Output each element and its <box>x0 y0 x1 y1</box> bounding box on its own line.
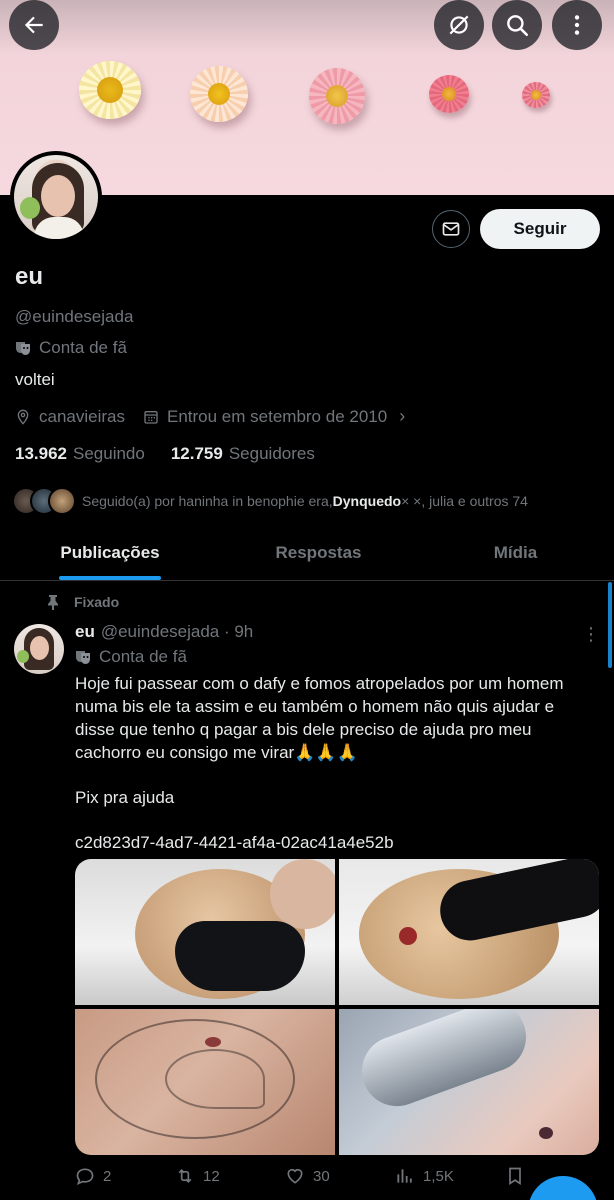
search-icon <box>507 15 529 37</box>
post-handle-time[interactable]: @euindesejada · 9h <box>101 622 253 642</box>
views-icon <box>397 1169 412 1183</box>
grok-button[interactable] <box>434 0 484 50</box>
bookmark-button[interactable] <box>505 1166 525 1186</box>
post-media-grid <box>75 859 599 1155</box>
tab-publicacoes[interactable]: Publicações <box>0 525 220 580</box>
more-vertical-icon <box>574 15 580 35</box>
followed-by-prefix: Seguido(a) por haninha in benophie era, <box>82 493 333 509</box>
profile-meta: canavieiras Entrou em setembro de 2010 › <box>15 406 405 427</box>
post-author[interactable]: eu <box>75 622 95 642</box>
followers-label[interactable]: Seguidores <box>229 444 315 464</box>
flower-image <box>522 82 550 108</box>
arrow-left-icon <box>24 16 43 34</box>
tab-midia[interactable]: Mídia <box>417 525 614 580</box>
view-count: 1,5K <box>423 1167 454 1185</box>
like-count: 30 <box>313 1167 330 1185</box>
fan-label-text: Conta de fã <box>39 338 127 357</box>
post-avatar[interactable] <box>14 624 64 674</box>
location-pin-icon <box>17 409 29 425</box>
more-options-button[interactable] <box>552 0 602 50</box>
message-button[interactable] <box>432 210 470 248</box>
repost-count: 12 <box>203 1167 220 1185</box>
grok-icon <box>449 15 469 35</box>
flower-image <box>429 75 469 113</box>
media-image[interactable] <box>339 859 599 1005</box>
follow-button[interactable]: Seguir <box>480 209 600 249</box>
profile-bio: voltei <box>15 370 55 389</box>
post-text: Hoje fui passear com o dafy e fomos atro… <box>75 672 595 854</box>
followed-by-suffix: × ×, julia e outros 74 <box>401 493 528 509</box>
flower-image <box>79 61 141 119</box>
followed-by[interactable]: Seguido(a) por haninha in benophie era, … <box>12 487 528 515</box>
search-button[interactable] <box>492 0 542 50</box>
mail-icon <box>442 222 460 236</box>
like-button[interactable]: 30 <box>285 1166 395 1186</box>
masks-icon <box>16 342 30 355</box>
media-image[interactable] <box>339 1009 599 1155</box>
follow-stats: 13.962 Seguindo 12.759 Seguidores <box>15 444 315 464</box>
post-text-line: Pix pra ajuda <box>75 788 175 807</box>
pinned-indicator: Fixado <box>46 594 119 610</box>
following-label[interactable]: Seguindo <box>73 444 145 464</box>
back-button[interactable] <box>9 0 59 50</box>
reply-count: 2 <box>103 1167 112 1185</box>
flower-image <box>309 68 365 124</box>
media-image[interactable] <box>75 859 335 1005</box>
post-text-line: c2d823d7-4ad7-4421-af4a-02ac41a4e52b <box>75 833 394 852</box>
avatar <box>14 155 98 239</box>
joined-date: Entrou em setembro de 2010 <box>167 406 388 426</box>
scrollbar[interactable] <box>608 582 612 668</box>
following-count[interactable]: 13.962 <box>15 444 67 464</box>
post-text-line: Hoje fui passear com o dafy e fomos atro… <box>75 674 564 762</box>
post-actions: 2 12 30 1,5K <box>75 1166 595 1186</box>
followed-by-bold: Dynquedo <box>332 493 402 509</box>
display-name: eu <box>15 263 44 290</box>
profile-tabs: Publicações Respostas Mídia <box>0 525 614 581</box>
tab-respostas[interactable]: Respostas <box>220 525 417 580</box>
location-text: canavieiras <box>39 406 125 426</box>
chevron-right-icon[interactable]: › <box>399 406 405 427</box>
follower-avatar <box>48 487 76 515</box>
views-button[interactable]: 1,5K <box>395 1166 505 1186</box>
profile-avatar[interactable] <box>10 151 102 243</box>
calendar-icon <box>144 410 158 424</box>
heart-icon <box>287 1168 303 1184</box>
bookmark-icon <box>509 1167 521 1186</box>
followers-count[interactable]: 12.759 <box>171 444 223 464</box>
media-image[interactable] <box>75 1009 335 1155</box>
user-handle: @euindesejada <box>15 307 134 326</box>
pinned-label: Fixado <box>74 594 120 610</box>
flower-image <box>190 66 248 122</box>
post-fan-label: Conta de fã <box>75 647 187 667</box>
fan-account-label: Conta de fã <box>15 338 127 358</box>
repost-icon <box>178 1168 192 1184</box>
post-header: eu @euindesejada · 9h <box>75 622 253 642</box>
post-fan-text: Conta de fã <box>99 647 187 666</box>
repost-button[interactable]: 12 <box>175 1166 285 1186</box>
pin-icon <box>48 595 58 610</box>
masks-icon <box>76 651 90 664</box>
reply-button[interactable]: 2 <box>75 1166 175 1186</box>
reply-icon <box>76 1168 94 1186</box>
post-more-icon[interactable]: ⋮ <box>582 624 600 645</box>
